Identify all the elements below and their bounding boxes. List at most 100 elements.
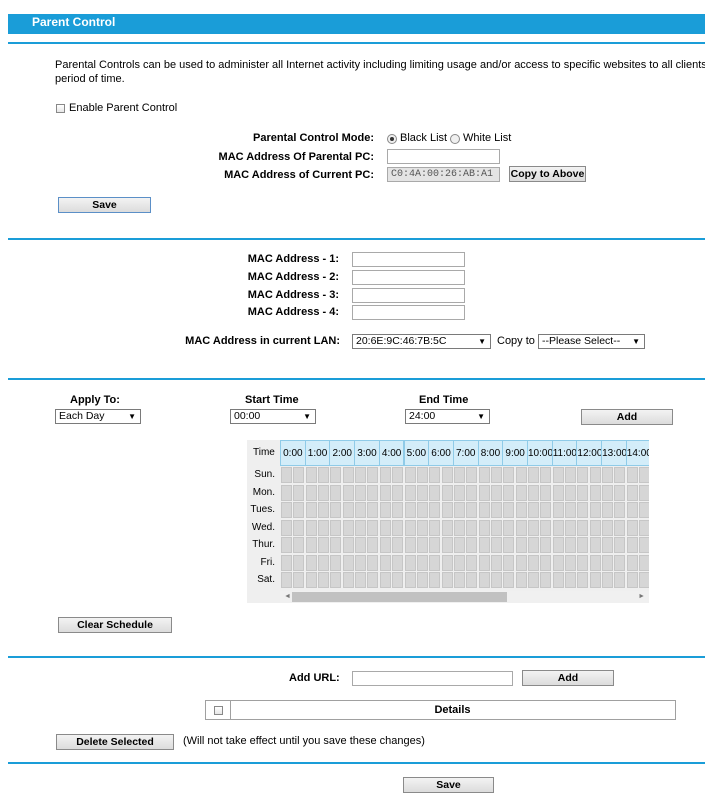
schedule-cell[interactable]	[281, 537, 292, 553]
schedule-cell[interactable]	[293, 502, 305, 518]
schedule-cell[interactable]	[441, 467, 453, 483]
schedule-cell[interactable]	[478, 519, 490, 536]
schedule-cell[interactable]	[342, 572, 354, 588]
schedule-cell[interactable]	[392, 519, 404, 536]
schedule-cell[interactable]	[355, 519, 367, 536]
schedule-cell[interactable]	[379, 572, 391, 588]
schedule-cell[interactable]	[330, 519, 342, 536]
schedule-cell[interactable]	[478, 572, 490, 588]
schedule-cell[interactable]	[466, 554, 478, 571]
schedule-cell[interactable]	[639, 502, 649, 518]
schedule-cell[interactable]	[528, 484, 539, 501]
schedule-cell[interactable]	[577, 572, 589, 588]
schedule-cell[interactable]	[503, 467, 515, 483]
schedule-cell[interactable]	[429, 537, 441, 553]
schedule-cell[interactable]	[589, 554, 601, 571]
schedule-cell[interactable]	[441, 572, 453, 588]
schedule-cell[interactable]	[367, 484, 379, 501]
schedule-cell[interactable]	[614, 519, 626, 536]
schedule-cell[interactable]	[577, 502, 589, 518]
schedule-cell[interactable]	[540, 502, 552, 518]
schedule-cell[interactable]	[565, 554, 577, 571]
schedule-cell[interactable]	[379, 502, 391, 518]
schedule-cell[interactable]	[639, 467, 649, 483]
schedule-cell[interactable]	[602, 519, 614, 536]
schedule-cell[interactable]	[490, 572, 502, 588]
schedule-cell[interactable]	[429, 554, 441, 571]
save-bottom-button[interactable]: Save	[403, 777, 494, 793]
schedule-cell[interactable]	[528, 519, 539, 536]
schedule-cell[interactable]	[404, 519, 416, 536]
schedule-cell[interactable]	[528, 502, 539, 518]
schedule-cell[interactable]	[490, 467, 502, 483]
schedule-cell[interactable]	[540, 554, 552, 571]
schedule-cell[interactable]	[293, 537, 305, 553]
schedule-cell[interactable]	[367, 467, 379, 483]
schedule-cell[interactable]	[453, 484, 465, 501]
mac-1-input[interactable]	[352, 252, 465, 267]
schedule-cell[interactable]	[429, 467, 441, 483]
schedule-cell[interactable]	[540, 484, 552, 501]
schedule-cell[interactable]	[503, 484, 515, 501]
schedule-cell[interactable]	[577, 537, 589, 553]
schedule-cell[interactable]	[416, 467, 428, 483]
schedule-cell[interactable]	[515, 467, 527, 483]
schedule-cell[interactable]	[281, 572, 292, 588]
schedule-cell[interactable]	[453, 502, 465, 518]
scrollbar-thumb[interactable]	[292, 592, 507, 602]
schedule-cell[interactable]	[392, 502, 404, 518]
schedule-cell[interactable]	[639, 537, 649, 553]
schedule-cell[interactable]	[589, 519, 601, 536]
schedule-cell[interactable]	[318, 467, 330, 483]
schedule-cell[interactable]	[602, 502, 614, 518]
schedule-cell[interactable]	[305, 467, 317, 483]
schedule-cell[interactable]	[589, 467, 601, 483]
schedule-cell[interactable]	[602, 484, 614, 501]
black-list-radio[interactable]	[387, 134, 397, 144]
schedule-cell[interactable]	[614, 572, 626, 588]
schedule-cell[interactable]	[330, 467, 342, 483]
schedule-cell[interactable]	[318, 484, 330, 501]
schedule-cell[interactable]	[639, 554, 649, 571]
schedule-cell[interactable]	[404, 572, 416, 588]
schedule-cell[interactable]	[318, 519, 330, 536]
schedule-cell[interactable]	[515, 572, 527, 588]
schedule-cell[interactable]	[355, 502, 367, 518]
schedule-grid[interactable]: Time 0:00 1:00 2:00 3:00 4:00 5:00 6:00 7:00 8:0…	[247, 440, 649, 603]
schedule-cell[interactable]	[466, 519, 478, 536]
schedule-cell[interactable]	[281, 484, 292, 501]
schedule-cell[interactable]	[330, 537, 342, 553]
scroll-right-icon[interactable]: ►	[638, 593, 645, 600]
schedule-cell[interactable]	[453, 519, 465, 536]
schedule-cell[interactable]	[540, 537, 552, 553]
schedule-cell[interactable]	[441, 519, 453, 536]
schedule-cell[interactable]	[342, 554, 354, 571]
schedule-cell[interactable]	[577, 467, 589, 483]
schedule-cell[interactable]	[540, 519, 552, 536]
schedule-cell[interactable]	[392, 537, 404, 553]
schedule-cell[interactable]	[478, 502, 490, 518]
mac-lan-select[interactable]: 20:6E:9C:46:7B:5C ▼	[352, 334, 491, 349]
schedule-cell[interactable]	[490, 554, 502, 571]
schedule-cell[interactable]	[330, 502, 342, 518]
schedule-cell[interactable]	[305, 502, 317, 518]
schedule-cell[interactable]	[478, 554, 490, 571]
schedule-cell[interactable]	[478, 467, 490, 483]
schedule-cell[interactable]	[528, 537, 539, 553]
schedule-cell[interactable]	[379, 554, 391, 571]
copy-to-above-button[interactable]: Copy to Above	[509, 166, 586, 182]
schedule-cell[interactable]	[330, 572, 342, 588]
schedule-cell[interactable]	[355, 484, 367, 501]
schedule-cell[interactable]	[565, 467, 577, 483]
schedule-cell[interactable]	[293, 554, 305, 571]
schedule-cell[interactable]	[528, 572, 539, 588]
schedule-cell[interactable]	[589, 572, 601, 588]
schedule-cell[interactable]	[614, 554, 626, 571]
schedule-cell[interactable]	[416, 484, 428, 501]
add-url-button[interactable]: Add	[522, 670, 614, 686]
schedule-cell[interactable]	[355, 554, 367, 571]
schedule-cell[interactable]	[490, 502, 502, 518]
schedule-cell[interactable]	[453, 467, 465, 483]
schedule-cell[interactable]	[589, 484, 601, 501]
schedule-cell[interactable]	[602, 467, 614, 483]
